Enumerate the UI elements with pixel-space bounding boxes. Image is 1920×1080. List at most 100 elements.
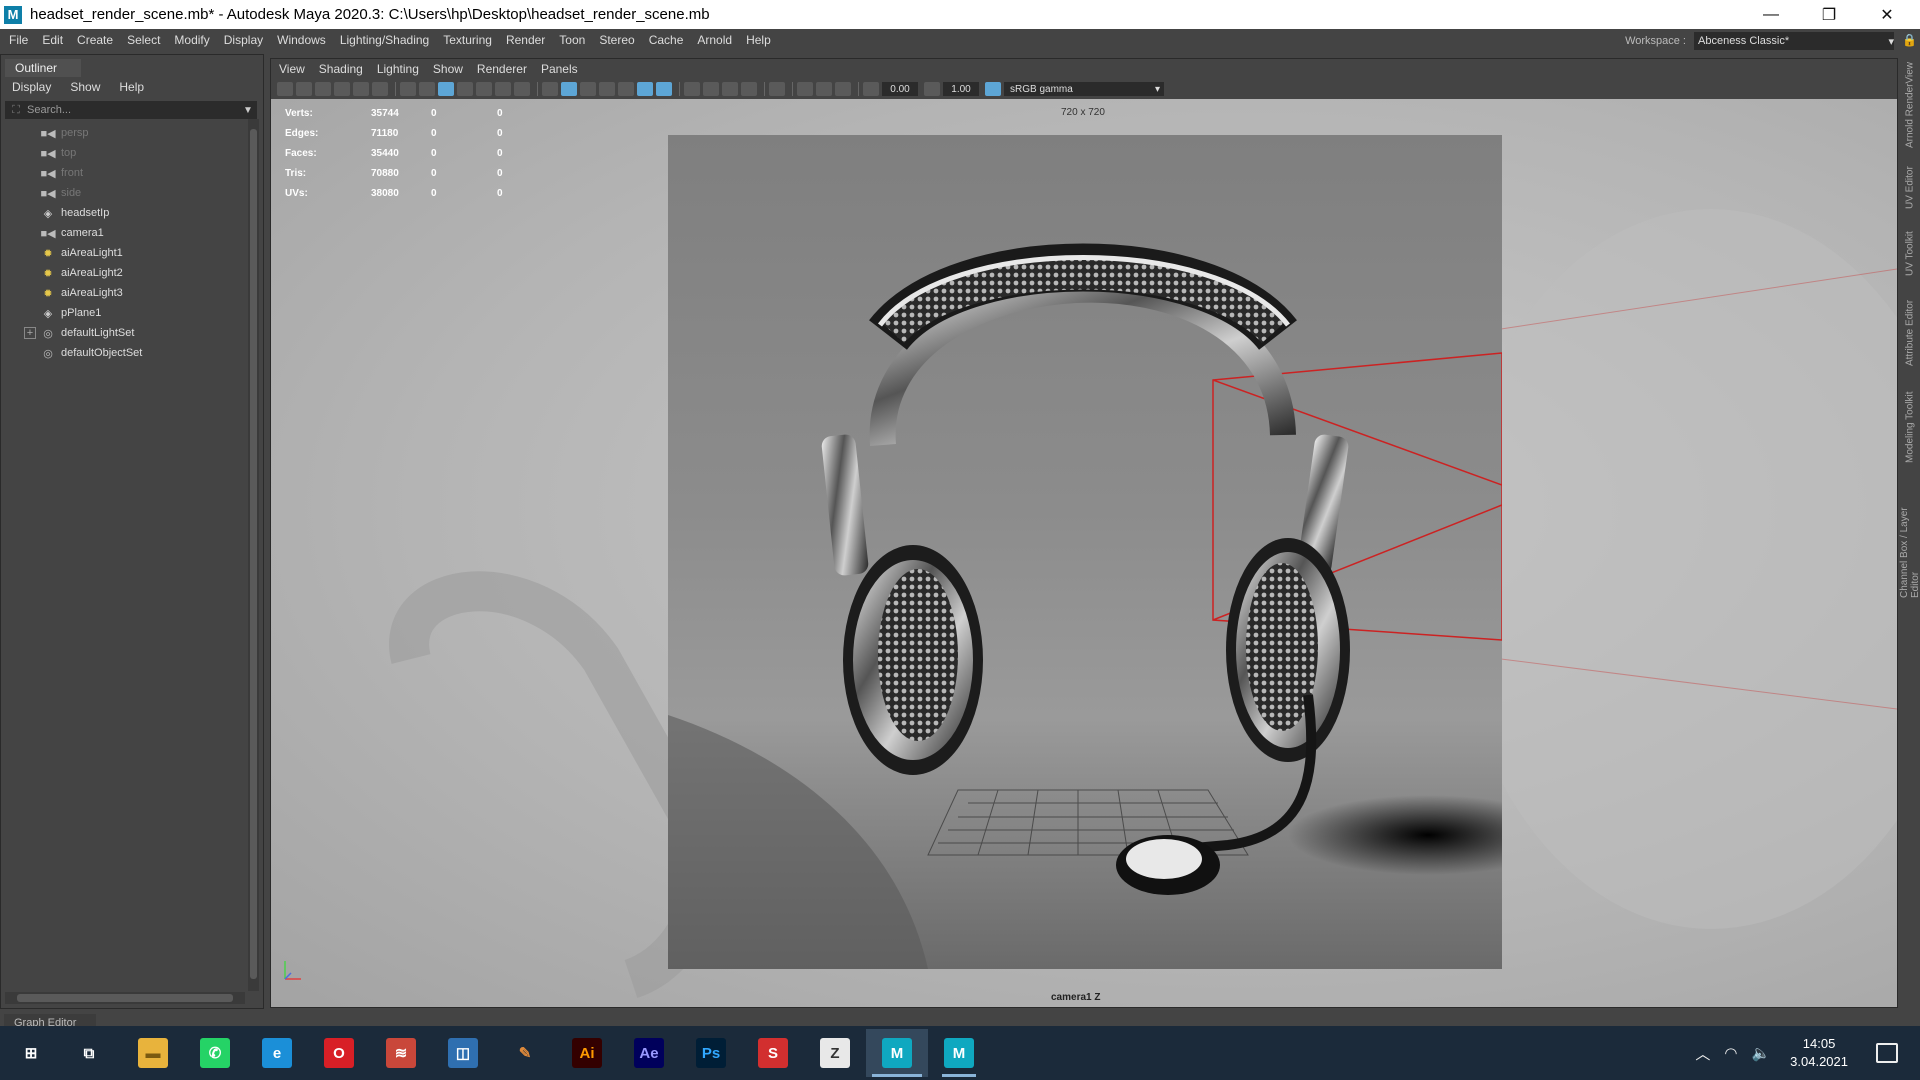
gate-mask-icon[interactable] bbox=[457, 82, 473, 96]
color-management-icon[interactable] bbox=[985, 82, 1001, 96]
outliner-item[interactable]: ■◀ top bbox=[1, 143, 251, 163]
substance-designer-icon[interactable]: ◫ bbox=[432, 1029, 494, 1077]
opera-icon[interactable]: O bbox=[308, 1029, 370, 1077]
grid-icon[interactable] bbox=[400, 82, 416, 96]
outliner-item[interactable]: ■◀ side bbox=[1, 183, 251, 203]
outliner-item[interactable]: + ◎ defaultLightSet bbox=[1, 323, 251, 343]
substance-painter-icon[interactable]: S bbox=[742, 1029, 804, 1077]
outliner-menu-item[interactable]: Help bbox=[108, 80, 152, 94]
volume-icon[interactable]: 🔈 bbox=[1751, 1044, 1770, 1062]
wifi-icon[interactable]: ◠ bbox=[1724, 1044, 1737, 1062]
menu-item[interactable]: Cache bbox=[642, 33, 691, 47]
viewport-canvas[interactable]: Verts: 35744 0 0 Edges: 71180 0 0 Faces: 35440 0 0 T… bbox=[271, 99, 1897, 1007]
menu-item[interactable]: Render bbox=[499, 33, 552, 47]
maya-icon-2[interactable]: M bbox=[928, 1029, 990, 1077]
viewport-menu-item[interactable]: Panels bbox=[533, 62, 584, 76]
side-tab[interactable]: Attribute Editor bbox=[1902, 292, 1918, 374]
safe-title-icon[interactable] bbox=[514, 82, 530, 96]
show-hidden-icons-icon[interactable]: ︿ bbox=[1695, 1043, 1710, 1064]
after-effects-icon[interactable]: Ae bbox=[618, 1029, 680, 1077]
smooth-shade-icon[interactable] bbox=[561, 82, 577, 96]
viewport-menu-item[interactable]: Shading bbox=[311, 62, 369, 76]
outliner-item[interactable]: ■◀ persp bbox=[1, 123, 251, 143]
menu-item[interactable]: Edit bbox=[35, 33, 70, 47]
xray-icon[interactable] bbox=[797, 82, 813, 96]
search-input[interactable]: Search... bbox=[27, 104, 239, 116]
illustrator-icon[interactable]: Ai bbox=[556, 1029, 618, 1077]
exposure-icon[interactable] bbox=[863, 82, 879, 96]
outliner-horizontal-scrollbar[interactable] bbox=[5, 992, 245, 1004]
shadows-icon[interactable] bbox=[656, 82, 672, 96]
edge-icon[interactable]: e bbox=[246, 1029, 308, 1077]
screen-space-ao-icon[interactable] bbox=[684, 82, 700, 96]
menu-item[interactable]: Toon bbox=[552, 33, 592, 47]
viewport-menu-item[interactable]: Renderer bbox=[469, 62, 533, 76]
maya-app-icon[interactable]: M bbox=[4, 5, 22, 24]
expand-icon[interactable]: + bbox=[24, 327, 36, 339]
side-tab[interactable]: Channel Box / Layer Editor bbox=[1899, 482, 1920, 598]
grease-pencil-icon[interactable] bbox=[372, 82, 388, 96]
depth-of-field-icon[interactable] bbox=[741, 82, 757, 96]
clock[interactable]: 14:05 3.04.2021 bbox=[1790, 1035, 1848, 1071]
menu-item[interactable]: Modify bbox=[167, 33, 216, 47]
menu-item[interactable]: Lighting/Shading bbox=[333, 33, 436, 47]
outliner-item[interactable]: ◎ defaultObjectSet bbox=[1, 343, 251, 363]
file-explorer-icon[interactable]: ▬ bbox=[122, 1029, 184, 1077]
side-tab[interactable]: Arnold RenderView bbox=[1902, 60, 1918, 150]
xray-active-icon[interactable] bbox=[816, 82, 832, 96]
view-transform-dropdown[interactable]: sRGB gamma ▾ bbox=[1004, 82, 1164, 96]
viewport-menu-item[interactable]: Show bbox=[425, 62, 469, 76]
outliner-item[interactable]: ✹ aiAreaLight3 bbox=[1, 283, 251, 303]
wireframe-on-shaded-icon[interactable] bbox=[599, 82, 615, 96]
outliner-item[interactable]: ◈ pPlane1 bbox=[1, 303, 251, 323]
outliner-menu-item[interactable]: Display bbox=[1, 80, 59, 94]
menu-item[interactable]: Display bbox=[217, 33, 270, 47]
menu-item[interactable]: Texturing bbox=[436, 33, 499, 47]
outliner-item[interactable]: ◈ headsetIp bbox=[1, 203, 251, 223]
viewport-menu-item[interactable]: Lighting bbox=[369, 62, 425, 76]
close-button[interactable]: ✕ bbox=[1858, 0, 1916, 29]
wireframe-icon[interactable] bbox=[542, 82, 558, 96]
outliner-menu-item[interactable]: Show bbox=[59, 80, 108, 94]
photoshop-icon[interactable]: Ps bbox=[680, 1029, 742, 1077]
use-all-lights-icon[interactable] bbox=[637, 82, 653, 96]
menu-item[interactable]: Help bbox=[739, 33, 778, 47]
whatsapp-icon[interactable]: ✆ bbox=[184, 1029, 246, 1077]
camera-attributes-icon[interactable] bbox=[296, 82, 312, 96]
menu-item[interactable]: Create bbox=[70, 33, 120, 47]
side-tab[interactable]: Modeling Toolkit bbox=[1902, 382, 1918, 472]
zbrush-icon[interactable]: Z bbox=[804, 1029, 866, 1077]
gamma-field[interactable]: 1.00 bbox=[943, 82, 979, 96]
winrar-icon[interactable]: ≋ bbox=[370, 1029, 432, 1077]
xray-joints-icon[interactable] bbox=[835, 82, 851, 96]
side-tab[interactable]: UV Editor bbox=[1902, 162, 1918, 214]
bookmark-icon[interactable] bbox=[315, 82, 331, 96]
outliner-item[interactable]: ■◀ front bbox=[1, 163, 251, 183]
outliner-search[interactable]: ⛶ Search... ▼ bbox=[5, 101, 257, 119]
exposure-field[interactable]: 0.00 bbox=[882, 82, 918, 96]
menu-item[interactable]: Arnold bbox=[690, 33, 739, 47]
maya-icon[interactable]: M bbox=[866, 1029, 928, 1077]
gamma-icon[interactable] bbox=[924, 82, 940, 96]
isolate-select-icon[interactable] bbox=[769, 82, 785, 96]
pencil-icon[interactable]: ✎ bbox=[494, 1029, 556, 1077]
search-filter-icon[interactable]: ⛶ bbox=[5, 104, 27, 117]
notification-center-icon[interactable] bbox=[1876, 1043, 1898, 1063]
viewport-menu-item[interactable]: View bbox=[271, 62, 311, 76]
restore-button[interactable]: ❐ bbox=[1800, 0, 1858, 29]
task-view-icon[interactable]: ⧉ bbox=[58, 1029, 120, 1077]
menu-item[interactable]: File bbox=[0, 33, 35, 47]
outliner-vertical-scrollbar[interactable] bbox=[248, 119, 259, 991]
motion-blur-icon[interactable] bbox=[703, 82, 719, 96]
menu-item[interactable]: Windows bbox=[270, 33, 333, 47]
side-tab[interactable]: UV Toolkit bbox=[1902, 224, 1918, 284]
select-camera-icon[interactable] bbox=[277, 82, 293, 96]
outliner-item[interactable]: ✹ aiAreaLight1 bbox=[1, 243, 251, 263]
safe-action-icon[interactable] bbox=[495, 82, 511, 96]
image-plane-icon[interactable] bbox=[334, 82, 350, 96]
start-icon[interactable]: ⊞ bbox=[0, 1029, 62, 1077]
field-chart-icon[interactable] bbox=[476, 82, 492, 96]
textured-icon[interactable] bbox=[618, 82, 634, 96]
outliner-tab[interactable]: Outliner bbox=[5, 59, 81, 77]
minimize-button[interactable]: — bbox=[1742, 0, 1800, 29]
